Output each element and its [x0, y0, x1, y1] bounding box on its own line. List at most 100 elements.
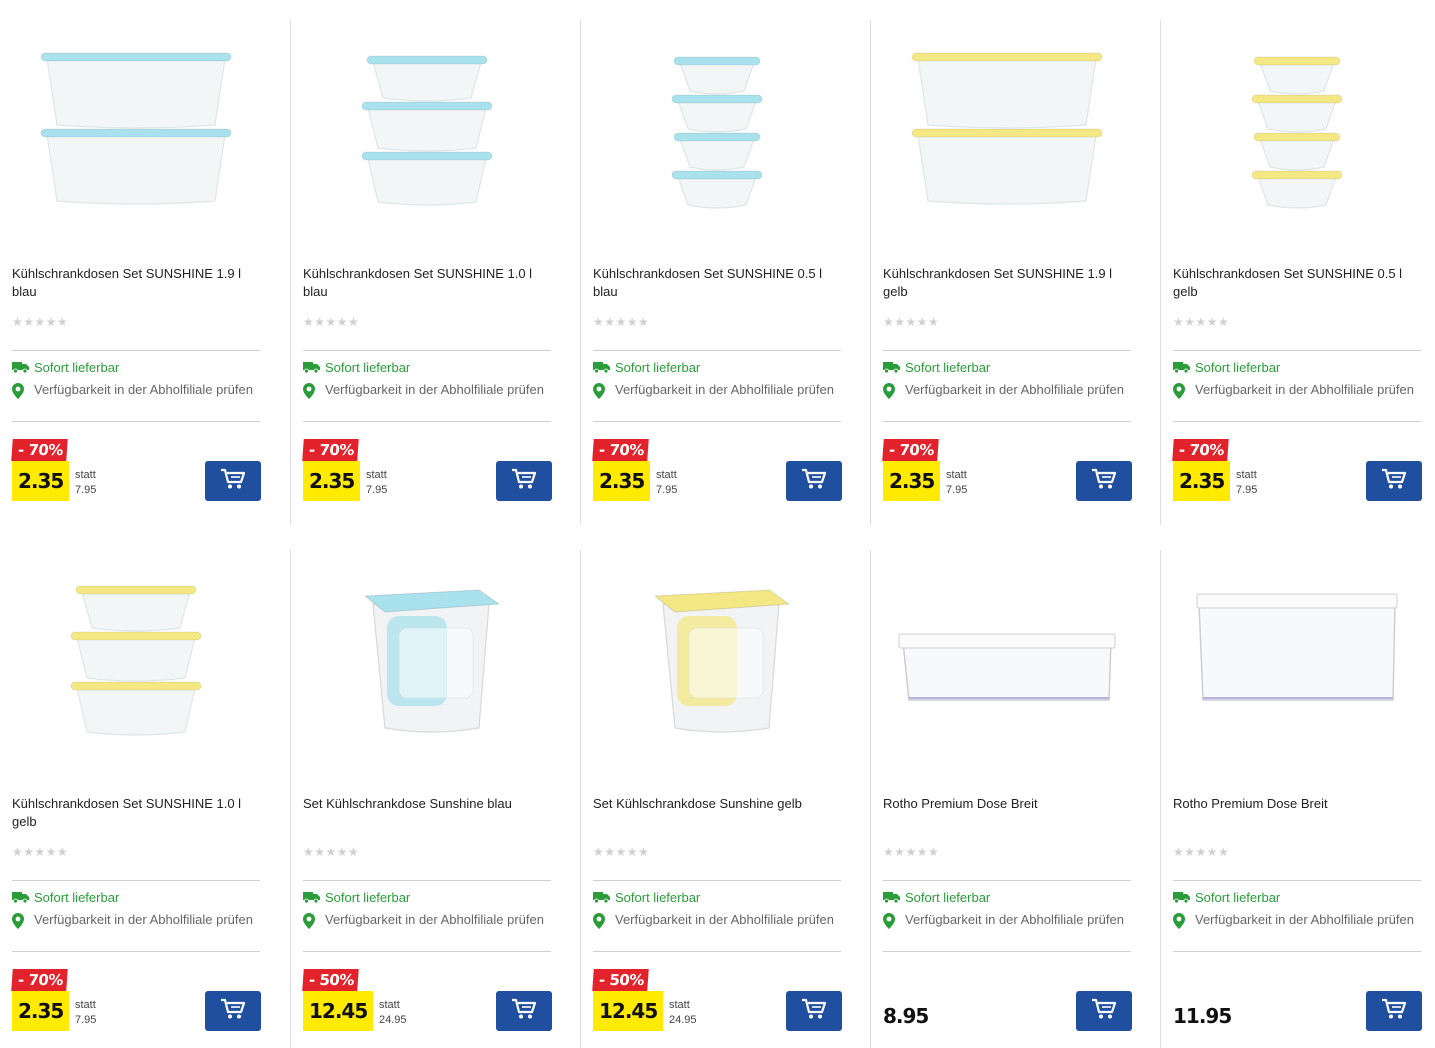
store-availability-link[interactable]: Verfügbarkeit in der Abholfiliale prüfen: [303, 911, 553, 929]
store-availability-label[interactable]: Verfügbarkeit in der Abholfiliale prüfen: [905, 381, 1124, 399]
product-image[interactable]: [593, 570, 841, 750]
rating-stars: ★★★★★: [593, 845, 650, 859]
shipping-status: Sofort lieferbar: [883, 359, 1133, 378]
product-image[interactable]: [12, 570, 260, 750]
store-availability-link[interactable]: Verfügbarkeit in der Abholfiliale prüfen: [593, 911, 843, 929]
divider: [12, 350, 260, 351]
product-title[interactable]: Kühlschrankdosen Set SUNSHINE 1.0 l blau: [303, 265, 558, 301]
statt-label: statt: [75, 469, 96, 481]
product-card[interactable]: Set Kühlschrankdose Sunshine gelb ★★★★★ …: [580, 550, 870, 1048]
store-availability-link[interactable]: Verfügbarkeit in der Abholfiliale prüfen: [12, 911, 262, 929]
product-title[interactable]: Kühlschrankdosen Set SUNSHINE 0.5 l blau: [593, 265, 848, 301]
product-image[interactable]: [883, 40, 1131, 220]
store-availability-link[interactable]: Verfügbarkeit in der Abholfiliale prüfen: [1173, 911, 1423, 929]
rating-stars: ★★★★★: [1173, 315, 1230, 329]
shipping-status: Sofort lieferbar: [593, 889, 843, 908]
add-to-cart-button[interactable]: [1366, 991, 1422, 1031]
shipping-label: Sofort lieferbar: [905, 890, 991, 905]
divider: [1173, 350, 1421, 351]
add-to-cart-button[interactable]: [496, 461, 552, 501]
product-card[interactable]: Set Kühlschrankdose Sunshine blau ★★★★★ …: [290, 550, 580, 1048]
store-availability-link[interactable]: Verfügbarkeit in der Abholfiliale prüfen: [883, 911, 1133, 929]
product-image-graphic: [363, 589, 501, 733]
product-image[interactable]: [1173, 570, 1421, 750]
store-availability-label[interactable]: Verfügbarkeit in der Abholfiliale prüfen: [1195, 381, 1414, 399]
product-card[interactable]: Kühlschrankdosen Set SUNSHINE 0.5 l gelb…: [1160, 20, 1435, 525]
price: 8.95: [883, 1004, 929, 1028]
store-availability-link[interactable]: Verfügbarkeit in der Abholfiliale prüfen: [303, 381, 553, 399]
product-card[interactable]: Kühlschrankdosen Set SUNSHINE 0.5 l blau…: [580, 20, 870, 525]
product-image-graphic: [898, 633, 1116, 701]
store-availability-label[interactable]: Verfügbarkeit in der Abholfiliale prüfen: [325, 381, 544, 399]
store-availability-link[interactable]: Verfügbarkeit in der Abholfiliale prüfen: [593, 381, 843, 399]
store-availability-label[interactable]: Verfügbarkeit in der Abholfiliale prüfen: [615, 381, 834, 399]
discount-badge: - 70%: [1172, 439, 1229, 461]
truck-icon: [593, 889, 615, 903]
product-image[interactable]: [303, 40, 551, 220]
add-to-cart-button[interactable]: [205, 461, 261, 501]
product-title[interactable]: Kühlschrankdosen Set SUNSHINE 1.9 l blau: [12, 265, 267, 301]
store-availability-label[interactable]: Verfügbarkeit in der Abholfiliale prüfen: [905, 911, 1124, 929]
store-availability-label[interactable]: Verfügbarkeit in der Abholfiliale prüfen: [34, 911, 253, 929]
divider: [883, 951, 1131, 952]
store-availability-label[interactable]: Verfügbarkeit in der Abholfiliale prüfen: [34, 381, 253, 399]
availability: Sofort lieferbar Verfügbarkeit in der Ab…: [303, 359, 553, 399]
product-title[interactable]: Kühlschrankdosen Set SUNSHINE 0.5 l gelb: [1173, 265, 1428, 301]
discount-badge: - 70%: [592, 439, 649, 461]
discount-badge: - 70%: [302, 439, 359, 461]
availability: Sofort lieferbar Verfügbarkeit in der Ab…: [1173, 359, 1423, 399]
rating-stars: ★★★★★: [1173, 845, 1230, 859]
store-availability-label[interactable]: Verfügbarkeit in der Abholfiliale prüfen: [1195, 911, 1414, 929]
product-title[interactable]: Set Kühlschrankdose Sunshine gelb: [593, 795, 848, 813]
product-card[interactable]: Rotho Premium Dose Breit ★★★★★ Sofort li…: [870, 550, 1160, 1048]
add-to-cart-button[interactable]: [1076, 991, 1132, 1031]
divider: [593, 880, 841, 881]
product-title[interactable]: Rotho Premium Dose Breit: [1173, 795, 1428, 813]
divider: [303, 421, 551, 422]
product-card[interactable]: Kühlschrankdosen Set SUNSHINE 1.9 l gelb…: [870, 20, 1160, 525]
rating-stars: ★★★★★: [303, 315, 360, 329]
shipping-status: Sofort lieferbar: [883, 889, 1133, 908]
product-grid: Kühlschrankdosen Set SUNSHINE 1.9 l blau…: [0, 0, 1435, 1048]
product-title[interactable]: Rotho Premium Dose Breit: [883, 795, 1138, 813]
add-to-cart-button[interactable]: [786, 461, 842, 501]
add-to-cart-button[interactable]: [205, 991, 261, 1031]
product-image[interactable]: [593, 40, 841, 220]
add-to-cart-button[interactable]: [1076, 461, 1132, 501]
availability: Sofort lieferbar Verfügbarkeit in der Ab…: [12, 359, 262, 399]
old-price: statt 24.95: [379, 998, 407, 1028]
add-to-cart-button[interactable]: [1366, 461, 1422, 501]
statt-label: statt: [1236, 469, 1257, 481]
product-card[interactable]: Kühlschrankdosen Set SUNSHINE 1.0 l gelb…: [0, 550, 290, 1048]
product-image-graphic: [911, 52, 1103, 205]
product-title[interactable]: Kühlschrankdosen Set SUNSHINE 1.0 l gelb: [12, 795, 267, 831]
product-title[interactable]: Set Kühlschrankdose Sunshine blau: [303, 795, 558, 813]
divider: [12, 421, 260, 422]
product-image[interactable]: [12, 40, 260, 220]
old-price-value: 24.95: [379, 1014, 407, 1026]
shipping-label: Sofort lieferbar: [34, 890, 120, 905]
truck-icon: [593, 359, 615, 373]
product-card[interactable]: Kühlschrankdosen Set SUNSHINE 1.9 l blau…: [0, 20, 290, 525]
product-image[interactable]: [303, 570, 551, 750]
store-availability-label[interactable]: Verfügbarkeit in der Abholfiliale prüfen: [615, 911, 834, 929]
product-card[interactable]: Kühlschrankdosen Set SUNSHINE 1.0 l blau…: [290, 20, 580, 525]
rating-stars: ★★★★★: [12, 315, 69, 329]
store-availability-link[interactable]: Verfügbarkeit in der Abholfiliale prüfen: [12, 381, 262, 399]
old-price-value: 24.95: [669, 1014, 697, 1026]
add-to-cart-button[interactable]: [786, 991, 842, 1031]
product-image[interactable]: [883, 570, 1131, 750]
statt-label: statt: [656, 469, 677, 481]
product-image-graphic: [40, 52, 232, 205]
shipping-status: Sofort lieferbar: [12, 889, 262, 908]
cart-icon: [801, 468, 827, 495]
store-availability-link[interactable]: Verfügbarkeit in der Abholfiliale prüfen: [883, 381, 1133, 399]
availability: Sofort lieferbar Verfügbarkeit in der Ab…: [593, 889, 843, 929]
product-title[interactable]: Kühlschrankdosen Set SUNSHINE 1.9 l gelb: [883, 265, 1138, 301]
product-image[interactable]: [1173, 40, 1421, 220]
product-card[interactable]: Rotho Premium Dose Breit ★★★★★ Sofort li…: [1160, 550, 1435, 1048]
statt-label: statt: [379, 999, 400, 1011]
store-availability-link[interactable]: Verfügbarkeit in der Abholfiliale prüfen: [1173, 381, 1423, 399]
add-to-cart-button[interactable]: [496, 991, 552, 1031]
store-availability-label[interactable]: Verfügbarkeit in der Abholfiliale prüfen: [325, 911, 544, 929]
